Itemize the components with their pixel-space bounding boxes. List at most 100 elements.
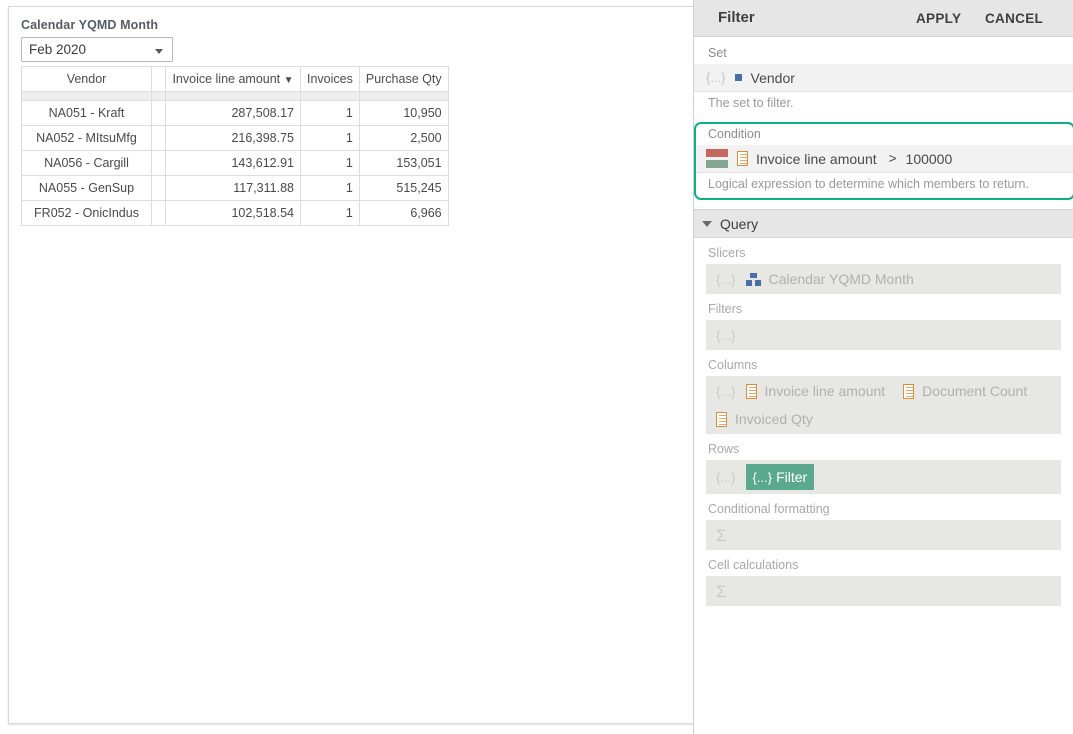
cell-amount: 287,508.17 <box>166 101 301 126</box>
subheader-cell <box>301 92 360 101</box>
chevron-down-icon <box>155 49 163 54</box>
condition-operator[interactable]: > <box>889 151 897 166</box>
cell-invoices: 1 <box>301 126 360 151</box>
column-gap <box>152 67 166 92</box>
set-field-box[interactable]: {...} Vendor <box>694 64 1073 92</box>
pivot-table[interactable]: Vendor Invoice line amount ▼ Invoices Pu… <box>21 66 449 226</box>
query-item-label: Calendar YQMD Month <box>769 271 914 287</box>
cell-qty: 515,245 <box>359 176 448 201</box>
triangle-collapse-icon[interactable] <box>702 221 712 227</box>
condition-field-box[interactable]: Invoice line amount > 100000 <box>696 145 1073 173</box>
filter-panel-body: Set {...} Vendor The set to filter. Cond… <box>694 37 1073 606</box>
query-field-label: Conditional formatting <box>694 502 1073 520</box>
query-item-label: Invoiced Qty <box>735 411 813 427</box>
cell-gap <box>152 151 166 176</box>
query-field-filters: Filters {...} <box>694 294 1073 350</box>
subheader-cell <box>359 92 448 101</box>
cell-vendor: NA055 - GenSup <box>22 176 152 201</box>
table-row[interactable]: NA052 - MItsuMfg 216,398.75 1 2,500 <box>22 126 449 151</box>
query-item-document-count[interactable]: Document Count <box>903 380 1027 402</box>
sigma-icon: Σ <box>716 583 727 600</box>
query-item-calendar-yqmd-month[interactable]: Calendar YQMD Month <box>746 268 914 290</box>
subheader-cell <box>166 92 301 101</box>
column-header-invoices[interactable]: Invoices <box>301 67 360 92</box>
sigma-icon: Σ <box>716 527 727 544</box>
cancel-button[interactable]: CANCEL <box>985 11 1043 26</box>
cell-invoices: 1 <box>301 176 360 201</box>
query-section: Query Slicers {...} Calendar YQMD Month … <box>694 209 1073 606</box>
cell-amount: 143,612.91 <box>166 151 301 176</box>
cell-invoices: 1 <box>301 201 360 226</box>
cell-amount: 117,311.88 <box>166 176 301 201</box>
cell-vendor: NA051 - Kraft <box>22 101 152 126</box>
set-brace-icon: {...} <box>753 470 773 485</box>
query-field-slicers: Slicers {...} Calendar YQMD Month <box>694 238 1073 294</box>
slicer-label: Calendar YQMD Month <box>21 18 158 32</box>
query-item-label: Invoice line amount <box>765 383 886 399</box>
set-brace-icon: {...} <box>716 272 736 287</box>
condition-icon <box>706 149 728 168</box>
set-field-value: Vendor <box>751 70 795 86</box>
cell-amount: 102,518.54 <box>166 201 301 226</box>
hierarchy-icon <box>746 273 761 286</box>
query-field-box-slicers[interactable]: {...} Calendar YQMD Month <box>706 264 1061 294</box>
cell-gap <box>152 176 166 201</box>
query-item-invoiced-qty[interactable]: Invoiced Qty <box>716 408 813 430</box>
filter-panel: Filter APPLY CANCEL Set {...} Vendor The… <box>693 0 1073 734</box>
set-brace-icon: {...} <box>716 328 736 343</box>
query-columns-second-row: Invoiced Qty <box>716 402 1051 430</box>
table-row[interactable]: FR052 - OnicIndus 102,518.54 1 6,966 <box>22 201 449 226</box>
subheader-gap <box>152 92 166 101</box>
apply-button[interactable]: APPLY <box>916 11 961 26</box>
query-field-conditional-formatting: Conditional formatting Σ <box>694 494 1073 550</box>
table-row[interactable]: NA051 - Kraft 287,508.17 1 10,950 <box>22 101 449 126</box>
level-icon <box>735 74 742 81</box>
query-section-header[interactable]: Query <box>694 209 1073 238</box>
cell-invoices: 1 <box>301 101 360 126</box>
filter-panel-header: Filter APPLY CANCEL <box>694 0 1073 37</box>
condition-field-hint: Logical expression to determine which me… <box>696 173 1073 197</box>
column-header-vendor[interactable]: Vendor <box>22 67 152 92</box>
table-row[interactable]: NA056 - Cargill 143,612.91 1 153,051 <box>22 151 449 176</box>
sort-descending-icon: ▼ <box>284 75 294 86</box>
query-field-box-rows[interactable]: {...} {...} Filter <box>706 460 1061 494</box>
measure-icon <box>903 384 914 399</box>
cell-vendor: NA056 - Cargill <box>22 151 152 176</box>
cell-qty: 10,950 <box>359 101 448 126</box>
query-field-label: Filters <box>694 302 1073 320</box>
query-field-columns: Columns {...} Invoice line amount Docume… <box>694 350 1073 434</box>
cell-invoices: 1 <box>301 151 360 176</box>
set-brace-icon: {...} <box>706 70 726 85</box>
condition-field-group[interactable]: Condition Invoice line amount > 100000 L… <box>694 122 1073 200</box>
slicer-dropdown[interactable]: Feb 2020 <box>21 37 173 62</box>
filter-panel-title: Filter <box>718 9 755 26</box>
set-field-group: Set {...} Vendor The set to filter. <box>694 37 1073 116</box>
cell-gap <box>152 126 166 151</box>
set-brace-icon: {...} <box>716 470 736 485</box>
condition-field-label: Condition <box>696 125 1073 145</box>
query-item-label: Document Count <box>922 383 1027 399</box>
slicer-selected-value: Feb 2020 <box>29 42 86 57</box>
query-field-box-filters[interactable]: {...} <box>706 320 1061 350</box>
measure-icon <box>737 151 748 166</box>
cell-gap <box>152 101 166 126</box>
query-item-label: Filter <box>776 469 807 485</box>
query-field-box-conditional-formatting[interactable]: Σ <box>706 520 1061 550</box>
condition-value[interactable]: 100000 <box>906 151 953 167</box>
measure-icon <box>716 412 727 427</box>
measure-icon <box>746 384 757 399</box>
cell-vendor: NA052 - MItsuMfg <box>22 126 152 151</box>
query-field-box-columns[interactable]: {...} Invoice line amount Document Count… <box>706 376 1061 434</box>
column-header-amount[interactable]: Invoice line amount ▼ <box>166 67 301 92</box>
query-item-filter-selected[interactable]: {...} Filter <box>746 464 815 490</box>
column-header-qty[interactable]: Purchase Qty <box>359 67 448 92</box>
query-field-label: Columns <box>694 358 1073 376</box>
query-item-invoice-line-amount[interactable]: Invoice line amount <box>746 380 886 402</box>
report-panel: Calendar YQMD Month Feb 2020 Vendor Invo… <box>8 6 734 724</box>
query-field-box-cell-calculations[interactable]: Σ <box>706 576 1061 606</box>
table-row[interactable]: NA055 - GenSup 117,311.88 1 515,245 <box>22 176 449 201</box>
query-field-label: Cell calculations <box>694 558 1073 576</box>
cell-vendor: FR052 - OnicIndus <box>22 201 152 226</box>
query-section-title: Query <box>720 216 758 232</box>
cell-qty: 153,051 <box>359 151 448 176</box>
